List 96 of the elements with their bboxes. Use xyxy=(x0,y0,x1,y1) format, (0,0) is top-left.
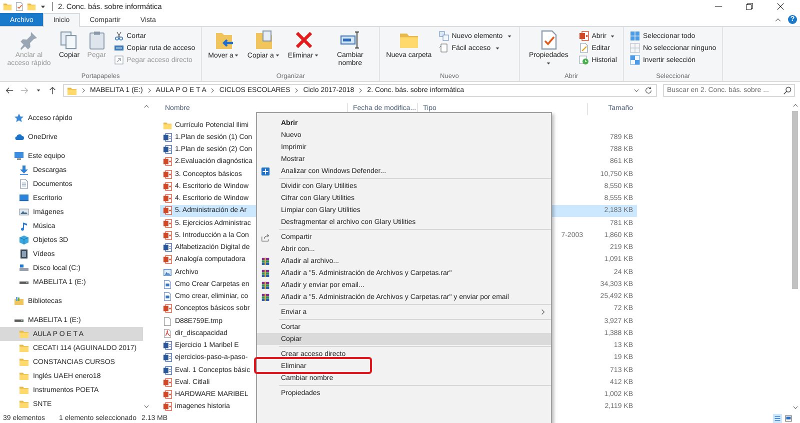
scissors-icon xyxy=(114,31,124,41)
slides-document-icon xyxy=(163,206,172,216)
chevron-down-icon[interactable] xyxy=(792,404,798,411)
slides-document-icon xyxy=(163,390,172,400)
cloud-icon xyxy=(14,132,24,142)
slides-document-icon xyxy=(578,31,589,41)
square-cross-icon xyxy=(261,166,270,176)
slides-document-icon xyxy=(163,194,172,204)
music-note-icon xyxy=(19,221,29,231)
cube-icon xyxy=(19,235,29,245)
delete-x-icon xyxy=(294,30,314,50)
easy-access-icon xyxy=(438,43,449,53)
books-icon xyxy=(261,292,270,302)
star-icon xyxy=(14,113,24,123)
folder-icon xyxy=(19,385,29,395)
image-file-icon xyxy=(163,268,172,277)
word-document-icon xyxy=(163,243,172,252)
chevron-up-icon[interactable] xyxy=(792,102,798,109)
document-icon xyxy=(163,280,172,289)
caret-icon xyxy=(313,52,320,59)
blank-file-icon xyxy=(163,316,172,326)
share-icon xyxy=(261,232,270,242)
refresh-icon[interactable] xyxy=(644,86,653,95)
properties-icon[interactable] xyxy=(15,2,24,11)
chevron-right-icon xyxy=(293,87,300,94)
select-none-icon xyxy=(630,43,640,53)
folder-icon xyxy=(19,399,29,409)
folder-icon xyxy=(67,86,77,96)
slides-document-icon xyxy=(163,170,172,179)
properties-icon xyxy=(538,30,559,50)
slides-document-icon xyxy=(163,218,172,228)
caret-icon xyxy=(545,60,552,68)
details-view-icon[interactable] xyxy=(773,414,782,423)
folder-icon xyxy=(163,120,172,130)
word-document-icon xyxy=(163,353,172,362)
path-icon xyxy=(114,43,124,53)
history-icon xyxy=(578,55,589,65)
search-icon xyxy=(783,86,792,95)
document-icon xyxy=(163,292,172,302)
slides-document-icon xyxy=(163,255,172,264)
clipboard-icon xyxy=(86,30,107,50)
slides-document-icon xyxy=(163,157,172,166)
image-icon xyxy=(19,207,29,217)
folder-icon xyxy=(19,357,29,367)
pin-icon xyxy=(19,30,39,50)
slides-document-icon xyxy=(163,402,172,412)
chevron-down-icon[interactable] xyxy=(143,403,150,410)
chevron-right-icon xyxy=(539,308,547,316)
caret-icon xyxy=(233,52,240,59)
up-arrow-icon[interactable] xyxy=(48,86,57,95)
caret-icon[interactable] xyxy=(35,87,42,94)
back-arrow-icon[interactable] xyxy=(5,86,14,95)
folder-icon xyxy=(19,371,29,381)
books-icon xyxy=(261,268,270,278)
new-item-icon xyxy=(438,31,449,41)
books-icon xyxy=(261,280,270,290)
chevron-right-icon xyxy=(209,87,216,94)
move-folder-icon xyxy=(214,30,234,50)
restore-icon[interactable] xyxy=(745,2,754,11)
download-arrow-icon xyxy=(19,165,29,175)
document-icon xyxy=(19,179,29,189)
word-document-icon xyxy=(163,366,172,375)
chevron-right-icon xyxy=(357,87,364,94)
chevron-down-icon[interactable] xyxy=(633,87,640,94)
scrollbar-thumb[interactable] xyxy=(792,111,798,289)
chevron-right-icon xyxy=(146,87,153,94)
slides-document-icon xyxy=(163,304,172,314)
copy-icon xyxy=(59,30,80,50)
copy-folder-icon xyxy=(254,30,274,50)
books-icon xyxy=(261,256,270,266)
pdf-document-icon xyxy=(163,328,172,338)
folder-icon xyxy=(19,343,29,353)
word-document-icon xyxy=(163,132,172,142)
word-document-icon xyxy=(163,341,172,350)
shortcut-icon xyxy=(114,55,124,65)
slides-document-icon xyxy=(163,182,172,191)
slides-document-icon xyxy=(163,378,172,387)
library-icon xyxy=(14,296,24,306)
rename-icon xyxy=(340,30,360,50)
caret-icon xyxy=(609,32,616,40)
computer-icon xyxy=(14,151,24,161)
caret-icon xyxy=(274,52,281,59)
edit-icon xyxy=(578,43,589,53)
close-icon[interactable] xyxy=(776,2,785,11)
chevron-up-icon[interactable] xyxy=(774,16,782,24)
select-all-icon xyxy=(630,31,640,41)
chevron-up-icon[interactable] xyxy=(143,103,150,110)
desktop-icon xyxy=(19,193,29,203)
drive-icon xyxy=(19,263,29,273)
invert-selection-icon xyxy=(630,55,640,65)
word-document-icon xyxy=(163,145,172,154)
film-icon xyxy=(19,249,29,259)
folder-icon xyxy=(19,329,29,339)
large-icons-view-icon[interactable] xyxy=(784,414,793,423)
slides-document-icon xyxy=(163,230,172,240)
chevron-right-icon xyxy=(80,87,87,94)
